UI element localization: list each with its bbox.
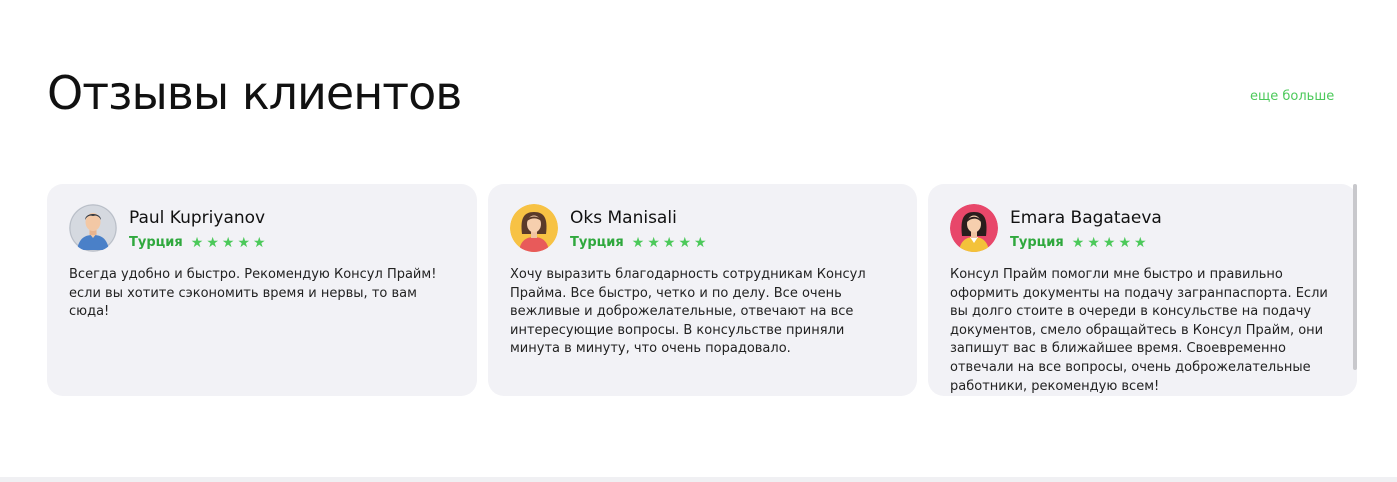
man-avatar-icon	[69, 204, 117, 252]
reviewer-info: Paul Kupriyanov Турция ★ ★ ★ ★ ★	[129, 204, 269, 250]
star-icon: ★	[221, 234, 235, 251]
review-text: Хочу выразить благодарность сотрудникам …	[510, 267, 866, 357]
star-icon: ★	[190, 234, 204, 251]
review-header: Emara Bagataeva Турция ★ ★ ★ ★ ★	[950, 204, 1335, 252]
star-icon: ★	[206, 234, 219, 251]
reviewer-country: Турция	[1010, 235, 1064, 250]
review-meta: Турция ★ ★ ★ ★ ★	[129, 235, 269, 250]
review-text: Всегда удобно и быстро. Рекомендую Консу…	[69, 267, 437, 320]
section-divider	[0, 477, 1397, 482]
review-meta: Турция ★ ★ ★ ★ ★	[570, 235, 710, 250]
woman-avatar-icon	[510, 204, 558, 252]
star-icon: ★	[1134, 234, 1147, 251]
reviewer-name: Paul Kupriyanov	[129, 208, 266, 228]
reviewer-name: Oks Manisali	[570, 208, 677, 228]
rating-stars: ★ ★ ★ ★ ★	[191, 236, 269, 250]
reviews-carousel: Paul Kupriyanov Турция ★ ★ ★ ★ ★ Всегда …	[47, 184, 1357, 396]
star-icon: ★	[631, 234, 645, 251]
star-icon: ★	[662, 234, 676, 251]
star-icon: ★	[253, 234, 266, 251]
review-header: Paul Kupriyanov Турция ★ ★ ★ ★ ★	[69, 204, 455, 252]
review-card: Paul Kupriyanov Турция ★ ★ ★ ★ ★ Всегда …	[47, 184, 477, 396]
review-text: Консул Прайм помогли мне быстро и правил…	[950, 267, 1328, 394]
review-meta: Турция ★ ★ ★ ★ ★	[1010, 235, 1162, 250]
woman-avatar-icon	[950, 204, 998, 252]
reviewer-name: Emara Bagataeva	[1010, 208, 1162, 228]
more-reviews-link[interactable]: еще больше	[1250, 89, 1334, 104]
star-icon: ★	[1071, 234, 1085, 251]
reviewer-country: Турция	[570, 235, 624, 250]
rating-stars: ★ ★ ★ ★ ★	[1072, 236, 1150, 250]
section-title: Отзывы клиентов	[47, 66, 462, 120]
star-icon: ★	[1118, 234, 1131, 251]
reviewer-country: Турция	[129, 235, 183, 250]
star-icon: ★	[237, 234, 250, 251]
review-header: Oks Manisali Турция ★ ★ ★ ★ ★	[510, 204, 895, 252]
review-card: Oks Manisali Турция ★ ★ ★ ★ ★ Хочу выраз…	[488, 184, 917, 396]
review-card: Emara Bagataeva Турция ★ ★ ★ ★ ★ Консул …	[928, 184, 1357, 396]
star-icon: ★	[678, 234, 691, 251]
star-icon: ★	[1102, 234, 1116, 251]
star-icon: ★	[694, 234, 707, 251]
star-icon: ★	[647, 234, 660, 251]
reviewer-info: Oks Manisali Турция ★ ★ ★ ★ ★	[570, 204, 710, 250]
cards-scrollbar[interactable]	[1353, 184, 1357, 370]
reviews-section: Отзывы клиентов еще больше Paul Kupriyan…	[0, 0, 1397, 482]
star-icon: ★	[1087, 234, 1100, 251]
reviewer-info: Emara Bagataeva Турция ★ ★ ★ ★ ★	[1010, 204, 1162, 250]
rating-stars: ★ ★ ★ ★ ★	[632, 236, 710, 250]
